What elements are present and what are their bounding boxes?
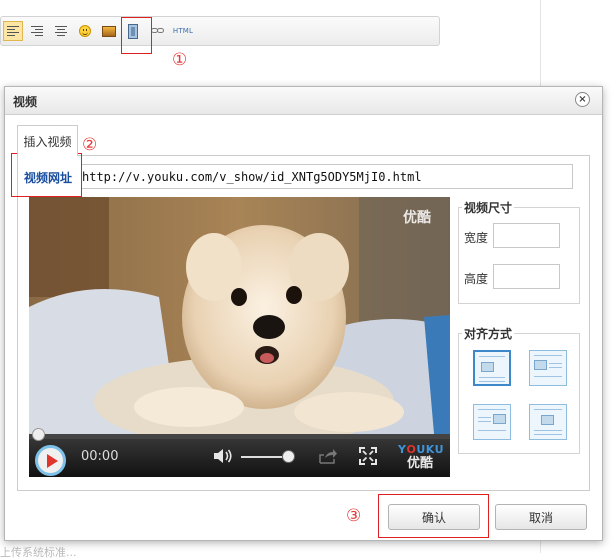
align-right-icon bbox=[31, 26, 43, 36]
align-center-button[interactable] bbox=[51, 21, 71, 41]
align-center-option[interactable] bbox=[529, 404, 567, 440]
video-player[interactable]: 优酷 00:00 YOUKU 优酷 bbox=[29, 197, 450, 477]
video-button-highlight bbox=[121, 17, 152, 54]
video-size-legend: 视频尺寸 bbox=[462, 199, 515, 216]
image-icon bbox=[102, 25, 116, 37]
progress-handle[interactable] bbox=[32, 428, 45, 441]
height-input[interactable] bbox=[493, 264, 560, 289]
html-icon: HTML bbox=[172, 27, 194, 35]
align-left-icon bbox=[7, 26, 19, 36]
youku-logo-cn: 优酷 bbox=[406, 456, 433, 471]
volume-icon[interactable] bbox=[213, 448, 233, 464]
play-icon[interactable] bbox=[35, 445, 66, 476]
html-source-button[interactable]: HTML bbox=[170, 21, 196, 41]
share-icon[interactable] bbox=[319, 448, 337, 464]
emoticon-icon bbox=[79, 25, 91, 37]
align-right-option[interactable] bbox=[473, 404, 511, 440]
cancel-button[interactable]: 取消 bbox=[495, 504, 587, 530]
align-center-icon bbox=[55, 26, 67, 36]
dialog-title: 视频 bbox=[13, 95, 38, 109]
url-label-highlight bbox=[11, 153, 82, 197]
video-size-fieldset bbox=[458, 207, 580, 304]
align-none-icon bbox=[481, 362, 494, 372]
annotation-step2: ② bbox=[82, 135, 98, 155]
time-display: 00:00 bbox=[81, 449, 119, 464]
align-right-button[interactable] bbox=[27, 21, 47, 41]
width-input[interactable] bbox=[493, 223, 560, 248]
emoticon-button[interactable] bbox=[75, 21, 95, 41]
player-controls: 00:00 YOUKU 优酷 bbox=[29, 428, 450, 477]
volume-handle[interactable] bbox=[281, 450, 295, 463]
float-left-icon bbox=[534, 360, 547, 370]
video-preview: 优酷 bbox=[29, 197, 450, 434]
youku-logo[interactable]: YOUKU 优酷 bbox=[398, 443, 445, 471]
confirm-button-highlight bbox=[378, 494, 489, 538]
insert-image-button[interactable] bbox=[99, 21, 119, 41]
fullscreen-icon[interactable] bbox=[359, 447, 377, 465]
link-icon bbox=[151, 27, 165, 35]
editor-toolbar: HTML bbox=[0, 16, 440, 46]
progress-bar[interactable] bbox=[29, 428, 450, 441]
puppy-video-frame bbox=[29, 197, 450, 434]
alignment-legend: 对齐方式 bbox=[462, 325, 515, 342]
close-icon[interactable]: × bbox=[575, 92, 590, 107]
video-url-input[interactable]: http://v.youku.com/v_show/id_XNTg5ODY5Mj… bbox=[81, 164, 573, 189]
video-watermark: 优酷 bbox=[403, 210, 431, 226]
float-center-icon bbox=[541, 415, 554, 425]
align-left-button[interactable] bbox=[3, 21, 23, 41]
annotation-step1: ① bbox=[172, 50, 188, 70]
youku-logo-en: YOUKU bbox=[398, 443, 445, 456]
background-footer-text: 上传系统标准... bbox=[0, 546, 77, 559]
align-left-option[interactable] bbox=[529, 350, 567, 386]
align-none-option[interactable] bbox=[473, 350, 511, 386]
annotation-step3: ③ bbox=[346, 506, 362, 526]
height-label: 高度 bbox=[464, 272, 489, 286]
tab-insert-video[interactable]: 插入视频 bbox=[17, 125, 78, 156]
width-label: 宽度 bbox=[464, 231, 489, 245]
dialog-titlebar[interactable]: 视频 × bbox=[5, 87, 602, 115]
float-right-icon bbox=[493, 414, 506, 424]
